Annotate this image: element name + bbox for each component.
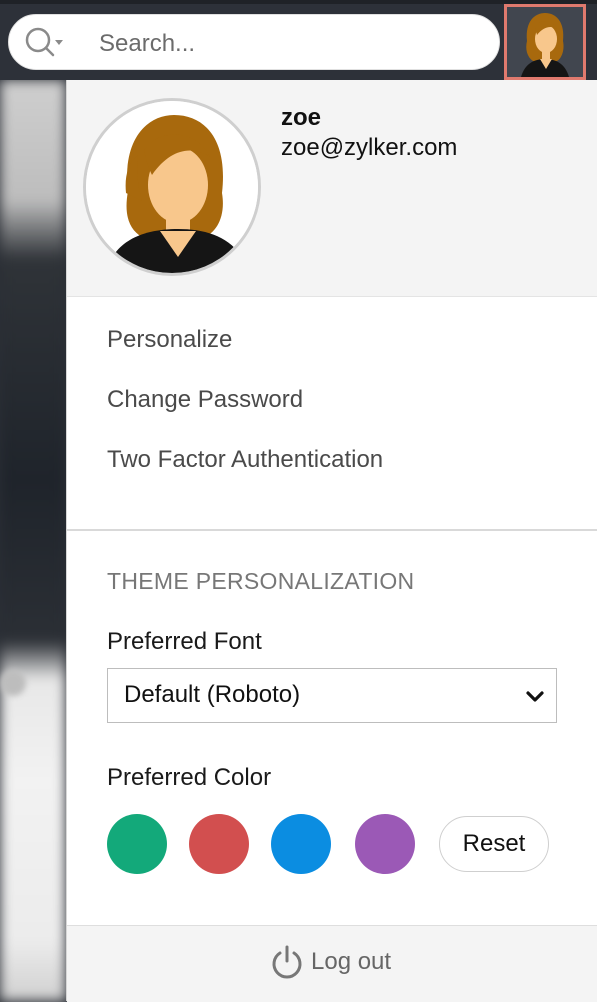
user-name: zoe [281, 104, 322, 131]
user-avatar-button[interactable] [504, 4, 586, 80]
chevron-down-icon [526, 691, 544, 702]
search-bar[interactable] [8, 14, 500, 70]
user-avatar-image [86, 101, 258, 273]
menu-item-change-password[interactable]: Change Password [107, 386, 303, 414]
color-swatch-green[interactable] [107, 814, 167, 874]
logout-label: Log out [311, 948, 392, 975]
preferred-font-select[interactable]: Default (Roboto) [107, 668, 557, 723]
profile-dropdown-panel: zoe zoe@zylker.com Personalize Change Pa… [66, 80, 597, 1002]
caret-down-icon [55, 40, 63, 45]
top-bar [0, 0, 597, 80]
profile-avatar [83, 98, 261, 276]
preferred-font-value: Default (Roboto) [124, 681, 301, 708]
divider [67, 529, 597, 531]
color-swatch-red[interactable] [189, 814, 249, 874]
avatar [507, 7, 583, 77]
profile-header: zoe zoe@zylker.com [67, 80, 597, 297]
search-icon[interactable] [23, 25, 63, 61]
reset-button[interactable]: Reset [439, 816, 549, 872]
search-input[interactable] [97, 24, 481, 64]
menu-item-two-factor-authentication[interactable]: Two Factor Authentication [107, 446, 383, 474]
logout-button[interactable]: Log out [269, 942, 391, 982]
blurred-background [0, 80, 66, 1001]
preferred-font-label: Preferred Font [107, 628, 262, 655]
theme-section-title: THEME PERSONALIZATION [107, 568, 415, 594]
preferred-color-label: Preferred Color [107, 764, 272, 791]
blurred-background-dot [0, 670, 26, 696]
menu-item-personalize[interactable]: Personalize [107, 326, 232, 354]
color-swatch-purple[interactable] [355, 814, 415, 874]
panel-footer: Log out [67, 925, 597, 1002]
color-swatch-blue[interactable] [271, 814, 331, 874]
power-icon [272, 945, 302, 979]
user-email: zoe@zylker.com [281, 134, 458, 161]
